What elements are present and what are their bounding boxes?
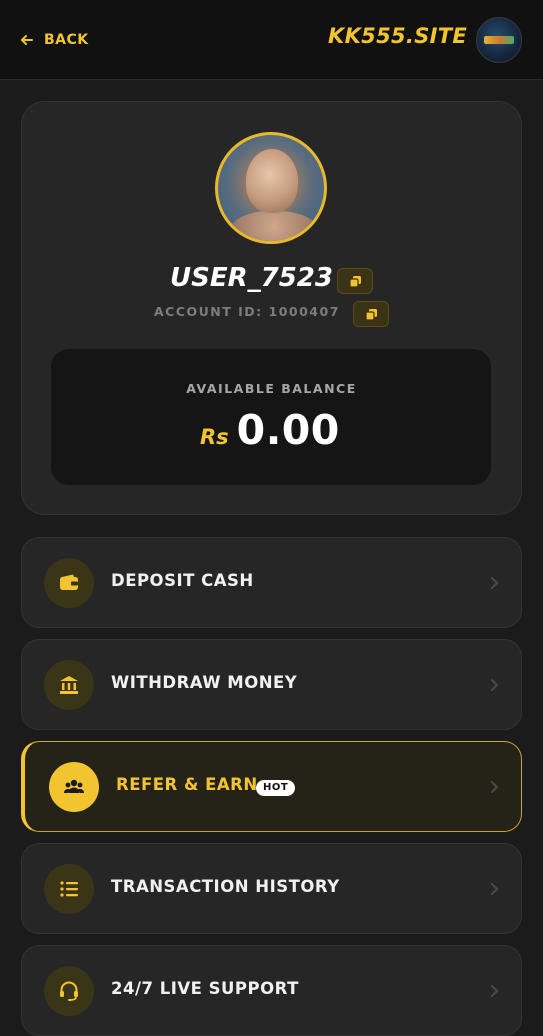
- copy-icon: [364, 308, 377, 321]
- currency-label: Rs: [200, 425, 229, 449]
- group-icon: [49, 762, 99, 812]
- menu-label: REFER & EARN: [116, 775, 258, 794]
- copy-icon: [348, 275, 361, 288]
- menu-item-deposit-cash[interactable]: DEPOSIT CASH: [21, 537, 522, 628]
- menu-item-refer-earn[interactable]: REFER & EARN HOT: [21, 741, 522, 832]
- chevron-right-icon: [491, 883, 499, 895]
- headset-icon: [44, 966, 94, 1016]
- balance-label: AVAILABLE BALANCE: [186, 381, 357, 396]
- back-button[interactable]: BACK: [20, 29, 89, 51]
- username: USER_7523: [170, 263, 333, 293]
- menu-label: 24/7 LIVE SUPPORT: [111, 979, 299, 998]
- copy-username-button[interactable]: [337, 268, 373, 294]
- list-icon: [44, 864, 94, 914]
- chevron-right-icon: [491, 577, 499, 589]
- site-logo-icon[interactable]: [476, 17, 522, 63]
- menu-label: WITHDRAW MONEY: [111, 673, 298, 692]
- menu-item-live-support[interactable]: 24/7 LIVE SUPPORT: [21, 945, 522, 1036]
- wallet-icon: [44, 558, 94, 608]
- copy-account-id-button[interactable]: [353, 301, 389, 327]
- menu-label: TRANSACTION HISTORY: [111, 877, 340, 896]
- account-id: ACCOUNT ID: 1000407: [154, 304, 340, 319]
- balance-amount: 0.00: [236, 406, 340, 454]
- back-label: BACK: [44, 32, 89, 48]
- menu-item-withdraw-money[interactable]: WITHDRAW MONEY: [21, 639, 522, 730]
- balance-display: Rs 0.00: [200, 406, 340, 456]
- chevron-right-icon: [491, 679, 499, 691]
- bank-icon: [44, 660, 94, 710]
- hot-badge: HOT: [256, 780, 296, 796]
- brand-title: KK555.SITE: [328, 24, 467, 48]
- menu-label: DEPOSIT CASH: [111, 571, 254, 590]
- menu-item-transaction-history[interactable]: TRANSACTION HISTORY: [21, 843, 522, 934]
- chevron-right-icon: [491, 781, 499, 793]
- chevron-right-icon: [491, 985, 499, 997]
- arrow-left-icon: [21, 35, 33, 45]
- avatar: [215, 132, 327, 244]
- top-bar: BACK KK555.SITE: [0, 0, 543, 80]
